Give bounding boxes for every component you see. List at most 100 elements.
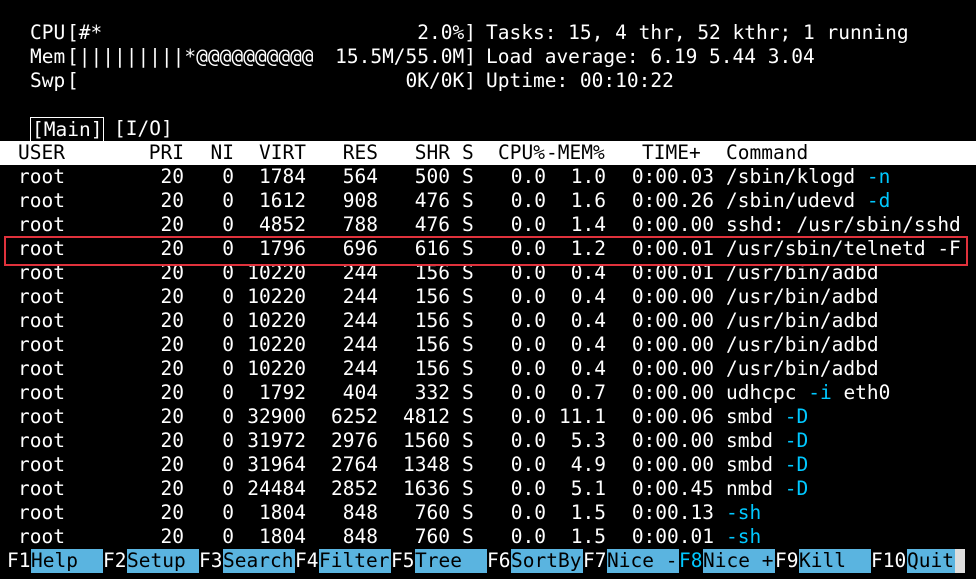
cell-s: S bbox=[462, 333, 474, 356]
command-args: -D bbox=[784, 429, 809, 452]
cell-pri: 20 bbox=[160, 309, 184, 332]
cell-mem: 11.1 bbox=[559, 405, 606, 428]
process-row[interactable]: root 20 0 1792 404 332 S 0.0 0.7 0:00.00 udhcpc -i… bbox=[0, 381, 976, 405]
cell-command: /usr/bin/adbd bbox=[726, 309, 879, 333]
process-row[interactable]: root 20 0 24484 2852 1636 S 0.0 5.1 0:00.45 nmbd -… bbox=[0, 477, 976, 501]
command-exe: /usr/bin/adbd bbox=[726, 285, 879, 308]
cell-virt: 4852 bbox=[259, 213, 306, 236]
tab-main[interactable]: [Main] bbox=[30, 117, 105, 143]
fkey-f4-label[interactable]: Filter bbox=[319, 549, 391, 573]
process-row[interactable]: root 20 0 31972 2976 1560 S 0.0 5.3 0:00.00 smbd -… bbox=[0, 429, 976, 453]
cell-s: S bbox=[462, 525, 474, 548]
fkey-f3-label[interactable]: Search bbox=[223, 549, 295, 573]
cell-time: 0:00.00 bbox=[631, 429, 714, 452]
fkey-f7-label[interactable]: Nice - bbox=[607, 549, 679, 573]
process-row[interactable]: root 20 0 1804 848 760 S 0.0 1.5 0:00.13 -sh bbox=[0, 501, 976, 525]
command-args: -sh bbox=[726, 501, 762, 524]
command-exe: /sbin/udevd bbox=[726, 189, 856, 212]
col-user[interactable]: USER bbox=[18, 141, 65, 165]
fkey-f6[interactable]: F6 bbox=[487, 549, 510, 573]
cell-command: /usr/bin/adbd bbox=[726, 285, 879, 309]
tab-io[interactable]: [I/O] bbox=[114, 117, 173, 141]
cell-cpu: 0.0 bbox=[510, 213, 546, 236]
column-header: USER PRI NI VIRT RES SHR S CPU% -MEM% TI… bbox=[0, 141, 976, 165]
cell-virt: 10220 bbox=[247, 357, 306, 380]
cell-shr: 1636 bbox=[403, 477, 450, 500]
col-shr[interactable]: SHR bbox=[390, 141, 450, 165]
fkey-f8-label[interactable]: Nice + bbox=[703, 549, 775, 573]
fkey-f9-label[interactable]: Kill bbox=[799, 549, 871, 573]
command-args: -D bbox=[784, 477, 809, 500]
process-row[interactable]: root 20 0 1804 848 760 S 0.0 1.5 0:00.01 -sh bbox=[0, 525, 976, 549]
cell-cpu: 0.0 bbox=[510, 285, 546, 308]
process-row[interactable]: root 20 0 10220 244 156 S 0.0 0.4 0:00.00/usr/bin… bbox=[0, 357, 976, 381]
col-res[interactable]: RES bbox=[318, 141, 378, 165]
scrollbar-thumb[interactable] bbox=[955, 549, 965, 573]
fkey-f1-label[interactable]: Help bbox=[31, 549, 103, 573]
col-cpu[interactable]: CPU% bbox=[498, 141, 545, 165]
process-row[interactable]: root 20 0 10220 244 156 S 0.0 0.4 0:00.00/usr/bin… bbox=[0, 285, 976, 309]
cell-s: S bbox=[462, 501, 474, 524]
cell-time: 0:00.00 bbox=[631, 381, 714, 404]
fkey-f8[interactable]: F8 bbox=[679, 549, 702, 573]
cell-res: 244 bbox=[342, 285, 378, 308]
cell-mem: 1.0 bbox=[570, 165, 606, 188]
fkey-f3[interactable]: F3 bbox=[199, 549, 222, 573]
col-command[interactable]: Command bbox=[726, 141, 808, 165]
cell-pri: 20 bbox=[160, 501, 184, 524]
col-virt[interactable]: VIRT bbox=[246, 141, 306, 165]
fkey-f2[interactable]: F2 bbox=[103, 549, 126, 573]
cell-res: 244 bbox=[342, 333, 378, 356]
cell-pri: 20 bbox=[160, 165, 184, 188]
load-average: Load average: 6.19 5.44 3.04 bbox=[486, 45, 815, 68]
fkey-f4[interactable]: F4 bbox=[295, 549, 318, 573]
cell-mem: 0.4 bbox=[570, 309, 606, 332]
col-ni[interactable]: NI bbox=[198, 141, 234, 165]
fkey-f5[interactable]: F5 bbox=[391, 549, 414, 573]
process-row[interactable]: root 20 0 32900 6252 4812 S 0.0 11.1 0:00.06 smbd … bbox=[0, 405, 976, 429]
cell-command: udhcpc -i eth0 bbox=[726, 381, 890, 405]
cell-time: 0:00.00 bbox=[631, 309, 714, 332]
col-pri[interactable]: PRI bbox=[130, 141, 184, 165]
cell-virt: 24484 bbox=[247, 477, 306, 500]
cell-ni: 0 bbox=[222, 453, 234, 476]
process-row[interactable]: root 20 0 4852 788 476 S 0.0 1.4 0:00.00 sshd: /us… bbox=[0, 213, 976, 237]
process-row[interactable]: root 20 0 1612 908 476 S 0.0 1.6 0:00.26/sbin/ude… bbox=[0, 189, 976, 213]
process-row[interactable]: root 20 0 10220 244 156 S 0.0 0.4 0:00.00/usr/bin… bbox=[0, 333, 976, 357]
cell-user: root bbox=[18, 477, 65, 500]
cell-mem: 0.4 bbox=[570, 357, 606, 380]
cell-s: S bbox=[462, 405, 474, 428]
cell-res: 2852 bbox=[331, 477, 378, 500]
fkey-f2-label[interactable]: Setup bbox=[127, 549, 199, 573]
cpu-meter-label: CPU bbox=[30, 21, 66, 44]
col-time[interactable]: TIME+ bbox=[642, 141, 701, 165]
col-mem[interactable]: -MEM% bbox=[546, 141, 605, 165]
fkey-f5-label[interactable]: Tree bbox=[415, 549, 487, 573]
command-exe: /usr/bin/adbd bbox=[726, 333, 879, 356]
command-exe: sshd: /usr/sbin/sshd bbox=[726, 213, 961, 236]
fkey-f9[interactable]: F9 bbox=[775, 549, 798, 573]
cell-s: S bbox=[462, 189, 474, 212]
cell-mem: 4.9 bbox=[570, 453, 606, 476]
fkey-f10[interactable]: F10 bbox=[871, 549, 906, 573]
process-row[interactable]: root 20 0 31964 2764 1348 S 0.0 4.9 0:00.00 smbd -… bbox=[0, 453, 976, 477]
process-row[interactable]: root 20 0 10220 244 156 S 0.0 0.4 0:00.00/usr/bin… bbox=[0, 309, 976, 333]
cell-mem: 1.5 bbox=[570, 501, 606, 524]
selected-row-highlight bbox=[4, 236, 968, 266]
col-state[interactable]: S bbox=[462, 141, 474, 165]
fkey-f1[interactable]: F1 bbox=[7, 549, 30, 573]
cell-time: 0:00.01 bbox=[631, 525, 714, 548]
cell-res: 244 bbox=[342, 309, 378, 332]
cell-res: 788 bbox=[342, 213, 378, 236]
cell-command: smbd -D bbox=[726, 453, 808, 477]
cell-shr: 1560 bbox=[403, 429, 450, 452]
process-row[interactable]: root 20 0 1784 564 500 S 0.0 1.0 0:00.03/sbin/klo… bbox=[0, 165, 976, 189]
cell-mem: 0.4 bbox=[570, 333, 606, 356]
fkey-f6-label[interactable]: SortBy bbox=[511, 549, 583, 573]
cell-time: 0:00.03 bbox=[631, 165, 714, 188]
cell-user: root bbox=[18, 189, 65, 212]
cell-time: 0:00.00 bbox=[631, 213, 714, 236]
fkey-f7[interactable]: F7 bbox=[583, 549, 606, 573]
command-exe: /usr/bin/adbd bbox=[726, 357, 879, 380]
cell-mem: 1.6 bbox=[570, 189, 606, 212]
